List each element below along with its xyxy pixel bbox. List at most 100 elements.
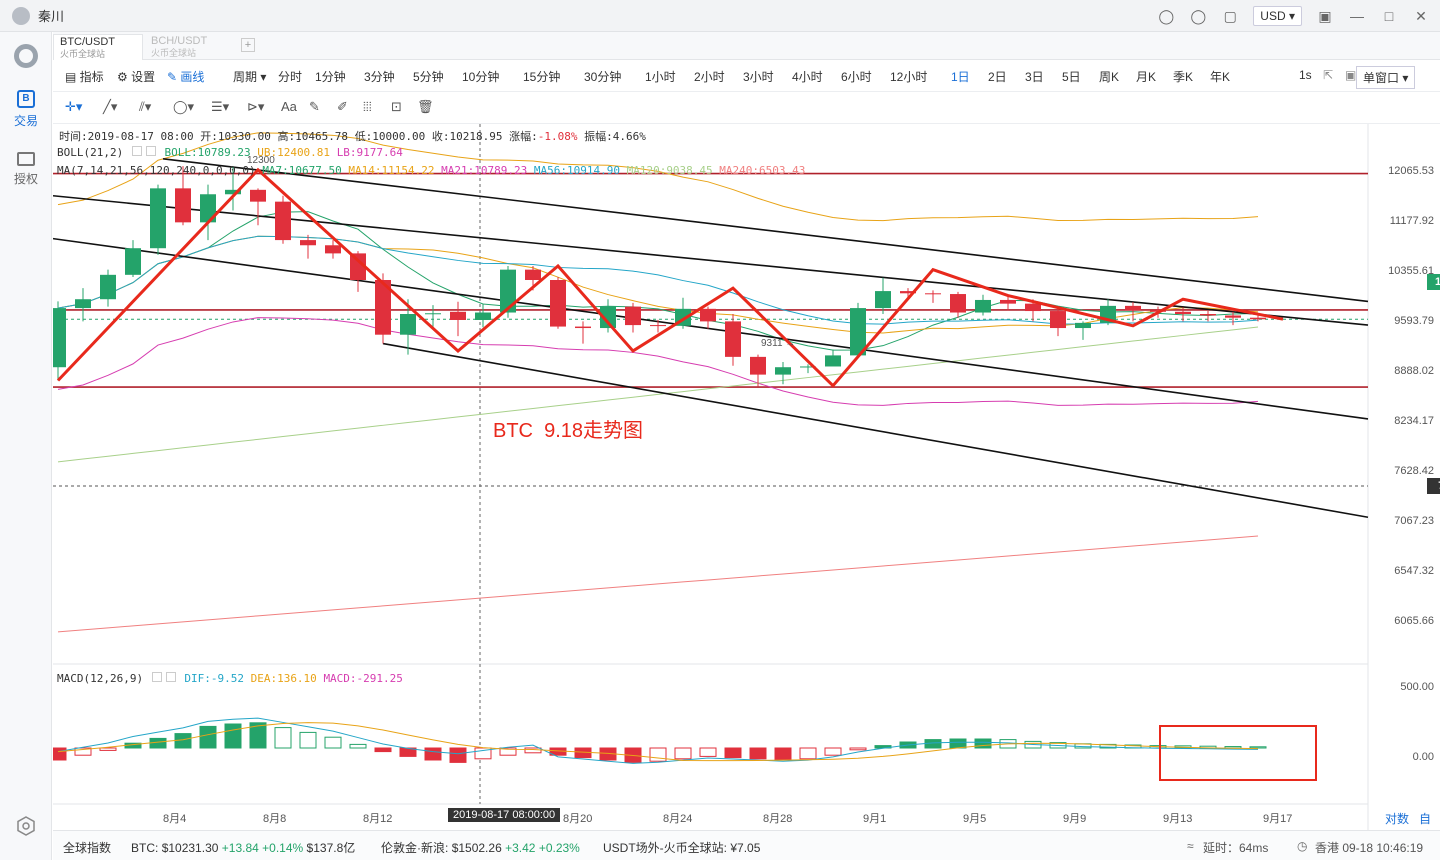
indicators-label: 指标 — [79, 70, 104, 84]
macd-histogram-bar — [53, 747, 67, 761]
high-mark-label: 12300 — [247, 155, 275, 166]
date-axis-label: 9月9 — [1063, 813, 1087, 825]
magnet-tool-icon[interactable]: ⦙⦙⦙ — [363, 99, 372, 115]
macd-histogram-bar — [974, 738, 992, 749]
ruler-tool-icon[interactable]: ✎ — [309, 99, 320, 115]
lock-tool-icon[interactable]: ⊡ — [391, 99, 402, 115]
drawing-button[interactable]: ✎ 画线 — [167, 68, 204, 85]
macd-close-icon[interactable] — [165, 672, 176, 682]
interval-item[interactable]: 30分钟 — [584, 68, 621, 85]
indicators-button[interactable]: ▤ 指标 — [65, 68, 104, 85]
close-icon[interactable]: ✕ — [1412, 7, 1430, 25]
candle-body — [275, 201, 291, 241]
chat-icon[interactable]: ◯ — [1189, 7, 1207, 25]
boll-close-icon[interactable] — [145, 146, 156, 156]
interval-item[interactable]: 4小时 — [792, 68, 823, 85]
candle-body — [650, 325, 666, 327]
gold-price: $1502.26 — [451, 841, 502, 855]
settings-icon[interactable] — [0, 816, 52, 839]
date-axis-label: 8月8 — [263, 813, 287, 825]
shirt-icon[interactable]: ▢ — [1221, 7, 1239, 25]
info-close: 收:10218.95 — [431, 130, 503, 143]
candle-body — [53, 308, 66, 368]
crosshair-tool-icon[interactable]: ✛▾ — [65, 99, 82, 115]
interval-item[interactable]: 6小时 — [841, 68, 872, 85]
macd-legend: MACD(12,26,9) DIF:-9.52 DEA:136.10 MACD:… — [57, 672, 403, 685]
parallel-line-tool-icon[interactable]: ⫽▾ — [139, 99, 151, 115]
gold-ticker[interactable]: 伦敦金·新浪: $1502.26 +3.42 +0.23% — [381, 839, 580, 856]
interval-item[interactable]: 年K — [1210, 68, 1230, 85]
external-window-icon[interactable]: ▣ — [1316, 7, 1334, 25]
interval-item[interactable]: 分时 — [278, 68, 302, 85]
maximize-icon[interactable]: □ — [1380, 7, 1398, 25]
interval-item[interactable]: 15分钟 — [523, 68, 560, 85]
interval-item[interactable]: 3小时 — [743, 68, 774, 85]
date-axis-label: 8月28 — [763, 813, 793, 825]
ma14-value: MA14:11154.22 — [348, 164, 435, 177]
avatar[interactable] — [12, 6, 30, 25]
macd-settings-icon[interactable] — [151, 672, 162, 682]
current-price-tag: 10228.61 — [1427, 274, 1440, 290]
ma-label: MA(7,14,21,56,120,240,0,0,0,0) — [57, 164, 256, 177]
interval-item[interactable]: 3日 — [1025, 68, 1044, 85]
global-index-label[interactable]: 全球指数 — [63, 839, 111, 856]
circle-tool-icon[interactable]: ◯▾ — [173, 99, 194, 115]
screenshot-icon[interactable]: ▣ — [1345, 68, 1356, 82]
candlestick-chart[interactable] — [53, 124, 1440, 830]
period-select[interactable]: 周期 ▾ — [233, 68, 266, 85]
line-tool-icon[interactable]: ╱▾ — [103, 99, 117, 115]
price-axis-label: 9593.79 — [1394, 315, 1434, 327]
tab-pair: BCH/USDT — [151, 35, 208, 47]
interval-item[interactable]: 2小时 — [694, 68, 725, 85]
interval-item[interactable]: 10分钟 — [462, 68, 499, 85]
currency-select[interactable]: USD ▾ — [1253, 6, 1302, 26]
interval-item[interactable]: 5分钟 — [413, 68, 444, 85]
fullscreen-icon[interactable]: ⇱ — [1323, 68, 1333, 82]
tab-btc-usdt[interactable]: BTC/USDT 火币全球站 — [53, 34, 143, 60]
btc-label: BTC: — [131, 841, 159, 855]
settings-button[interactable]: ⚙ 设置 — [117, 68, 155, 85]
interval-item[interactable]: 2日 — [988, 68, 1007, 85]
text-tool-icon[interactable]: Aa — [281, 99, 297, 114]
fibonacci-tool-icon[interactable]: ☰▾ — [211, 99, 229, 115]
candle-body — [500, 269, 516, 313]
interval-item[interactable]: 1分钟 — [315, 68, 346, 85]
macd-histogram-bar — [724, 747, 742, 759]
log-scale-button[interactable]: 对数 — [1385, 810, 1409, 827]
interval-item[interactable]: 周K — [1099, 68, 1119, 85]
currency-label: USD — [1260, 9, 1286, 23]
usdt-ticker[interactable]: USDT场外-火币全球站: ¥7.05 — [603, 839, 760, 856]
chart-area[interactable]: 时间:2019-08-17 08:00 开:10330.00 高:10465.7… — [53, 124, 1440, 843]
sidebar-item-auth[interactable]: 授权 — [0, 152, 52, 187]
bell-icon[interactable]: ◯ — [1157, 7, 1175, 25]
date-axis-label: 8月4 — [163, 813, 187, 825]
interval-item[interactable]: 月K — [1136, 68, 1156, 85]
brush-tool-icon[interactable]: ✐ — [337, 99, 348, 115]
title-bar: 秦川 ◯ ◯ ▢ USD ▾ ▣ — □ ✕ — [0, 0, 1440, 32]
interval-item[interactable]: 5日 — [1062, 68, 1081, 85]
interval-item[interactable]: 季K — [1173, 68, 1193, 85]
candle-body — [150, 188, 166, 249]
candle-body — [775, 367, 791, 375]
refresh-rate[interactable]: 1s — [1299, 68, 1312, 82]
boll-settings-icon[interactable] — [131, 146, 142, 156]
date-axis-label: 9月1 — [863, 813, 887, 825]
candle-body — [100, 274, 116, 300]
candle-body — [625, 306, 641, 326]
window-mode-select[interactable]: 单窗口 ▾ — [1356, 66, 1416, 89]
minimize-icon[interactable]: — — [1348, 7, 1366, 25]
price-axis-label: 8888.02 — [1394, 365, 1434, 377]
trash-tool-icon[interactable]: 🗑 — [417, 99, 434, 115]
sidebar-item-trade[interactable]: B 交易 — [0, 90, 52, 129]
btc-ticker[interactable]: BTC: $10231.30 +13.84 +0.14% $137.8亿 — [131, 839, 355, 856]
candle-body — [450, 311, 466, 320]
price-axis-label: 6065.66 — [1394, 615, 1434, 627]
candle-body — [1025, 303, 1041, 312]
add-tab-button[interactable]: + — [241, 38, 255, 52]
interval-item[interactable]: 3分钟 — [364, 68, 395, 85]
interval-item[interactable]: 1小时 — [645, 68, 676, 85]
interval-item[interactable]: 12小时 — [890, 68, 927, 85]
interval-item[interactable]: 1日 — [951, 68, 970, 85]
tab-bch-usdt[interactable]: BCH/USDT 火币全球站 — [145, 34, 235, 60]
pattern-tool-icon[interactable]: ⊳▾ — [247, 99, 264, 115]
